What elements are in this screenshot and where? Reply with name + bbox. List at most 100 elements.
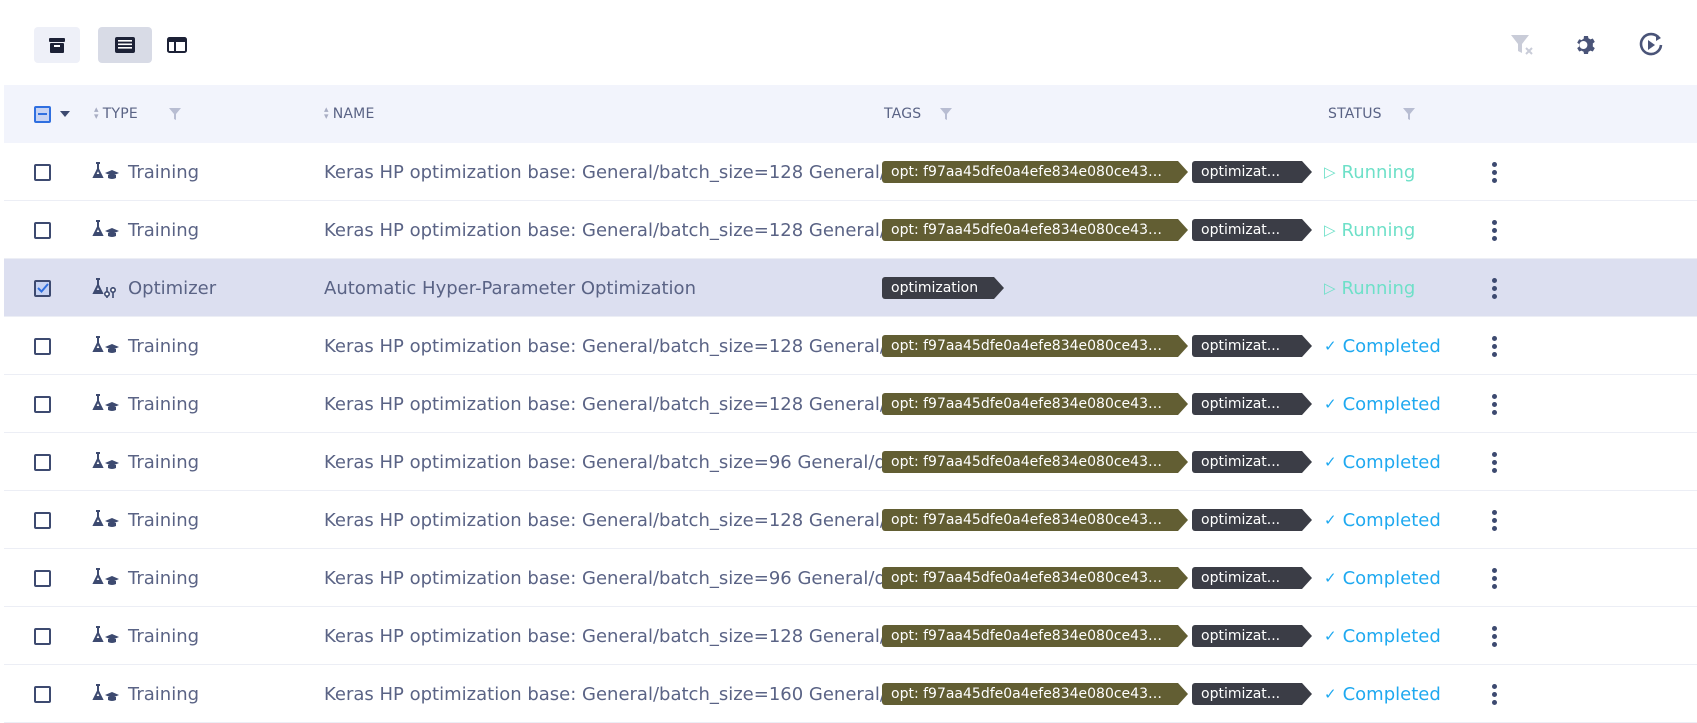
tag-chip[interactable]: opt: f97aa45dfe0a4efe834e080ce438... [882,393,1188,415]
tag-chip[interactable]: opt: f97aa45dfe0a4efe834e080ce438... [882,683,1188,705]
tag-chip[interactable]: optimizat... [1192,335,1312,357]
more-vert-icon[interactable] [1484,625,1504,647]
row-checkbox[interactable] [34,337,51,355]
tag-chip[interactable]: optimizat... [1192,625,1312,647]
experiment-name[interactable]: Keras HP optimization base: General/batc… [324,220,914,241]
tag-chip[interactable]: opt: f97aa45dfe0a4efe834e080ce438... [882,219,1188,241]
tag-chip[interactable]: opt: f97aa45dfe0a4efe834e080ce438... [882,335,1188,357]
name-cell[interactable]: Keras HP optimization base: General/batc… [324,201,914,259]
row-menu-button[interactable] [1484,433,1504,491]
more-vert-icon[interactable] [1484,683,1504,705]
status-column-header[interactable]: STATUS [1328,85,1416,143]
experiment-name[interactable]: Keras HP optimization base: General/batc… [324,568,914,589]
tags-column-header[interactable]: TAGS [884,85,953,143]
tag-chip[interactable]: optimizat... [1192,567,1312,589]
name-cell[interactable]: Keras HP optimization base: General/batc… [324,317,914,375]
experiment-name[interactable]: Keras HP optimization base: General/batc… [324,452,914,473]
list-view-button[interactable] [98,27,152,63]
more-vert-icon[interactable] [1484,451,1504,473]
name-cell[interactable]: Keras HP optimization base: General/batc… [324,607,914,665]
more-vert-icon[interactable] [1484,567,1504,589]
experiment-name[interactable]: Keras HP optimization base: General/batc… [324,162,914,183]
archive-button[interactable] [34,27,80,63]
row-checkbox[interactable] [34,221,51,239]
experiment-name[interactable]: Keras HP optimization base: General/batc… [324,684,914,705]
more-vert-icon[interactable] [1484,335,1504,357]
row-select[interactable] [34,491,51,549]
tag-chip[interactable]: optimization [882,277,1004,299]
experiment-name[interactable]: Keras HP optimization base: General/batc… [324,336,914,357]
filter-icon[interactable] [168,107,182,121]
more-vert-icon[interactable] [1484,219,1504,241]
row-menu-button[interactable] [1484,143,1504,201]
sort-icon[interactable]: ▴ ▾ [324,106,329,122]
tag-chip[interactable]: opt: f97aa45dfe0a4efe834e080ce438... [882,161,1188,183]
row-checkbox[interactable] [34,685,51,703]
clear-filters-button[interactable] [1507,30,1537,60]
tag-chip[interactable]: optimizat... [1192,451,1312,473]
table-row[interactable]: Training Keras HP optimization base: Gen… [4,433,1697,491]
row-checkbox[interactable] [34,453,51,471]
row-menu-button[interactable] [1484,375,1504,433]
table-row[interactable]: Optimizer Automatic Hyper-Parameter Opti… [4,259,1697,317]
table-row[interactable]: Training Keras HP optimization base: Gen… [4,665,1697,723]
experiment-name[interactable]: Keras HP optimization base: General/batc… [324,510,914,531]
name-cell[interactable]: Keras HP optimization base: General/batc… [324,143,914,201]
row-checkbox[interactable] [34,627,51,645]
name-cell[interactable]: Keras HP optimization base: General/batc… [324,491,914,549]
details-view-button[interactable] [154,27,200,63]
row-menu-button[interactable] [1484,201,1504,259]
tag-chip[interactable]: opt: f97aa45dfe0a4efe834e080ce438... [882,567,1188,589]
table-row[interactable]: Training Keras HP optimization base: Gen… [4,143,1697,201]
filter-icon[interactable] [1402,107,1416,121]
caret-down-icon[interactable] [60,111,70,117]
experiment-name[interactable]: Automatic Hyper-Parameter Optimization [324,278,914,299]
tag-chip[interactable]: optimizat... [1192,509,1312,531]
row-select[interactable] [34,375,51,433]
row-menu-button[interactable] [1484,607,1504,665]
row-checkbox[interactable] [34,163,51,181]
name-cell[interactable]: Keras HP optimization base: General/batc… [324,375,914,433]
more-vert-icon[interactable] [1484,509,1504,531]
name-column-header[interactable]: ▴ ▾ NAME [324,85,375,143]
row-checkbox[interactable] [34,279,51,297]
table-row[interactable]: Training Keras HP optimization base: Gen… [4,375,1697,433]
experiment-name[interactable]: Keras HP optimization base: General/batc… [324,626,914,647]
row-menu-button[interactable] [1484,665,1504,723]
tag-chip[interactable]: optimizat... [1192,683,1312,705]
row-menu-button[interactable] [1484,491,1504,549]
row-select[interactable] [34,201,51,259]
row-checkbox[interactable] [34,569,51,587]
more-vert-icon[interactable] [1484,393,1504,415]
type-column-header[interactable]: ▴ ▾ TYPE [94,85,182,143]
row-select[interactable] [34,549,51,607]
filter-icon[interactable] [939,107,953,121]
table-row[interactable]: Training Keras HP optimization base: Gen… [4,607,1697,665]
name-cell[interactable]: Keras HP optimization base: General/batc… [324,549,914,607]
row-select[interactable] [34,317,51,375]
row-checkbox[interactable] [34,511,51,529]
sort-icon[interactable]: ▴ ▾ [94,106,99,122]
name-cell[interactable]: Keras HP optimization base: General/batc… [324,665,914,723]
row-menu-button[interactable] [1484,317,1504,375]
row-menu-button[interactable] [1484,259,1504,317]
row-select[interactable] [34,665,51,723]
tag-chip[interactable]: optimizat... [1192,393,1312,415]
tag-chip[interactable]: optimizat... [1192,219,1312,241]
more-vert-icon[interactable] [1484,277,1504,299]
row-select[interactable] [34,433,51,491]
table-row[interactable]: Training Keras HP optimization base: Gen… [4,201,1697,259]
row-menu-button[interactable] [1484,549,1504,607]
name-cell[interactable]: Keras HP optimization base: General/batc… [324,433,914,491]
settings-button[interactable] [1571,30,1601,60]
row-select[interactable] [34,259,51,317]
tag-chip[interactable]: opt: f97aa45dfe0a4efe834e080ce438... [882,451,1188,473]
table-row[interactable]: Training Keras HP optimization base: Gen… [4,549,1697,607]
tag-chip[interactable]: opt: f97aa45dfe0a4efe834e080ce438... [882,509,1188,531]
select-all-control[interactable] [34,85,70,143]
auto-refresh-button[interactable] [1636,30,1666,60]
row-checkbox[interactable] [34,395,51,413]
row-select[interactable] [34,143,51,201]
tag-chip[interactable]: opt: f97aa45dfe0a4efe834e080ce438... [882,625,1188,647]
select-all-checkbox[interactable] [34,105,51,123]
